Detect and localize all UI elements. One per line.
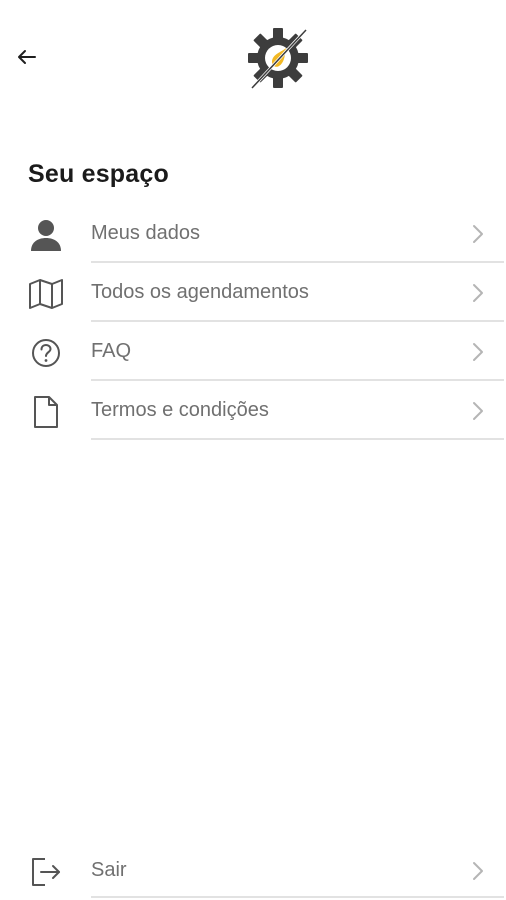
menu-item-meus-dados[interactable]: Meus dados — [0, 204, 506, 263]
logout-label: Sair — [91, 859, 127, 881]
logout-button[interactable]: Sair — [0, 841, 506, 900]
gear-logo-icon — [248, 28, 308, 89]
chevron-right-icon — [468, 399, 488, 423]
menu-item-label: Meus dados — [91, 222, 200, 244]
app-logo — [246, 26, 310, 90]
menu-item-label: Termos e condições — [91, 399, 269, 421]
app-header — [0, 0, 506, 120]
chevron-right-icon — [468, 859, 488, 883]
chevron-right-icon — [468, 340, 488, 364]
divider — [91, 896, 504, 898]
menu-item-todos-os-agendamentos[interactable]: Todos os agendamentos — [0, 263, 506, 322]
map-icon — [27, 276, 65, 312]
back-button[interactable] — [12, 44, 42, 70]
help-circle-icon — [27, 335, 65, 371]
chevron-right-icon — [468, 281, 488, 305]
document-icon — [27, 394, 65, 430]
menu-item-termos-e-condicoes[interactable]: Termos e condições — [0, 381, 506, 440]
menu-item-label: Todos os agendamentos — [91, 281, 309, 303]
divider — [91, 438, 504, 440]
user-icon — [27, 217, 65, 253]
section-title: Seu espaço — [28, 160, 169, 188]
logout-icon — [27, 854, 65, 890]
menu-item-faq[interactable]: FAQ — [0, 322, 506, 381]
arrow-left-icon — [18, 50, 36, 64]
chevron-right-icon — [468, 222, 488, 246]
menu-item-label: FAQ — [91, 340, 132, 362]
menu-list: Meus dados Todos os agendamentos FAQ Ter… — [0, 204, 506, 440]
